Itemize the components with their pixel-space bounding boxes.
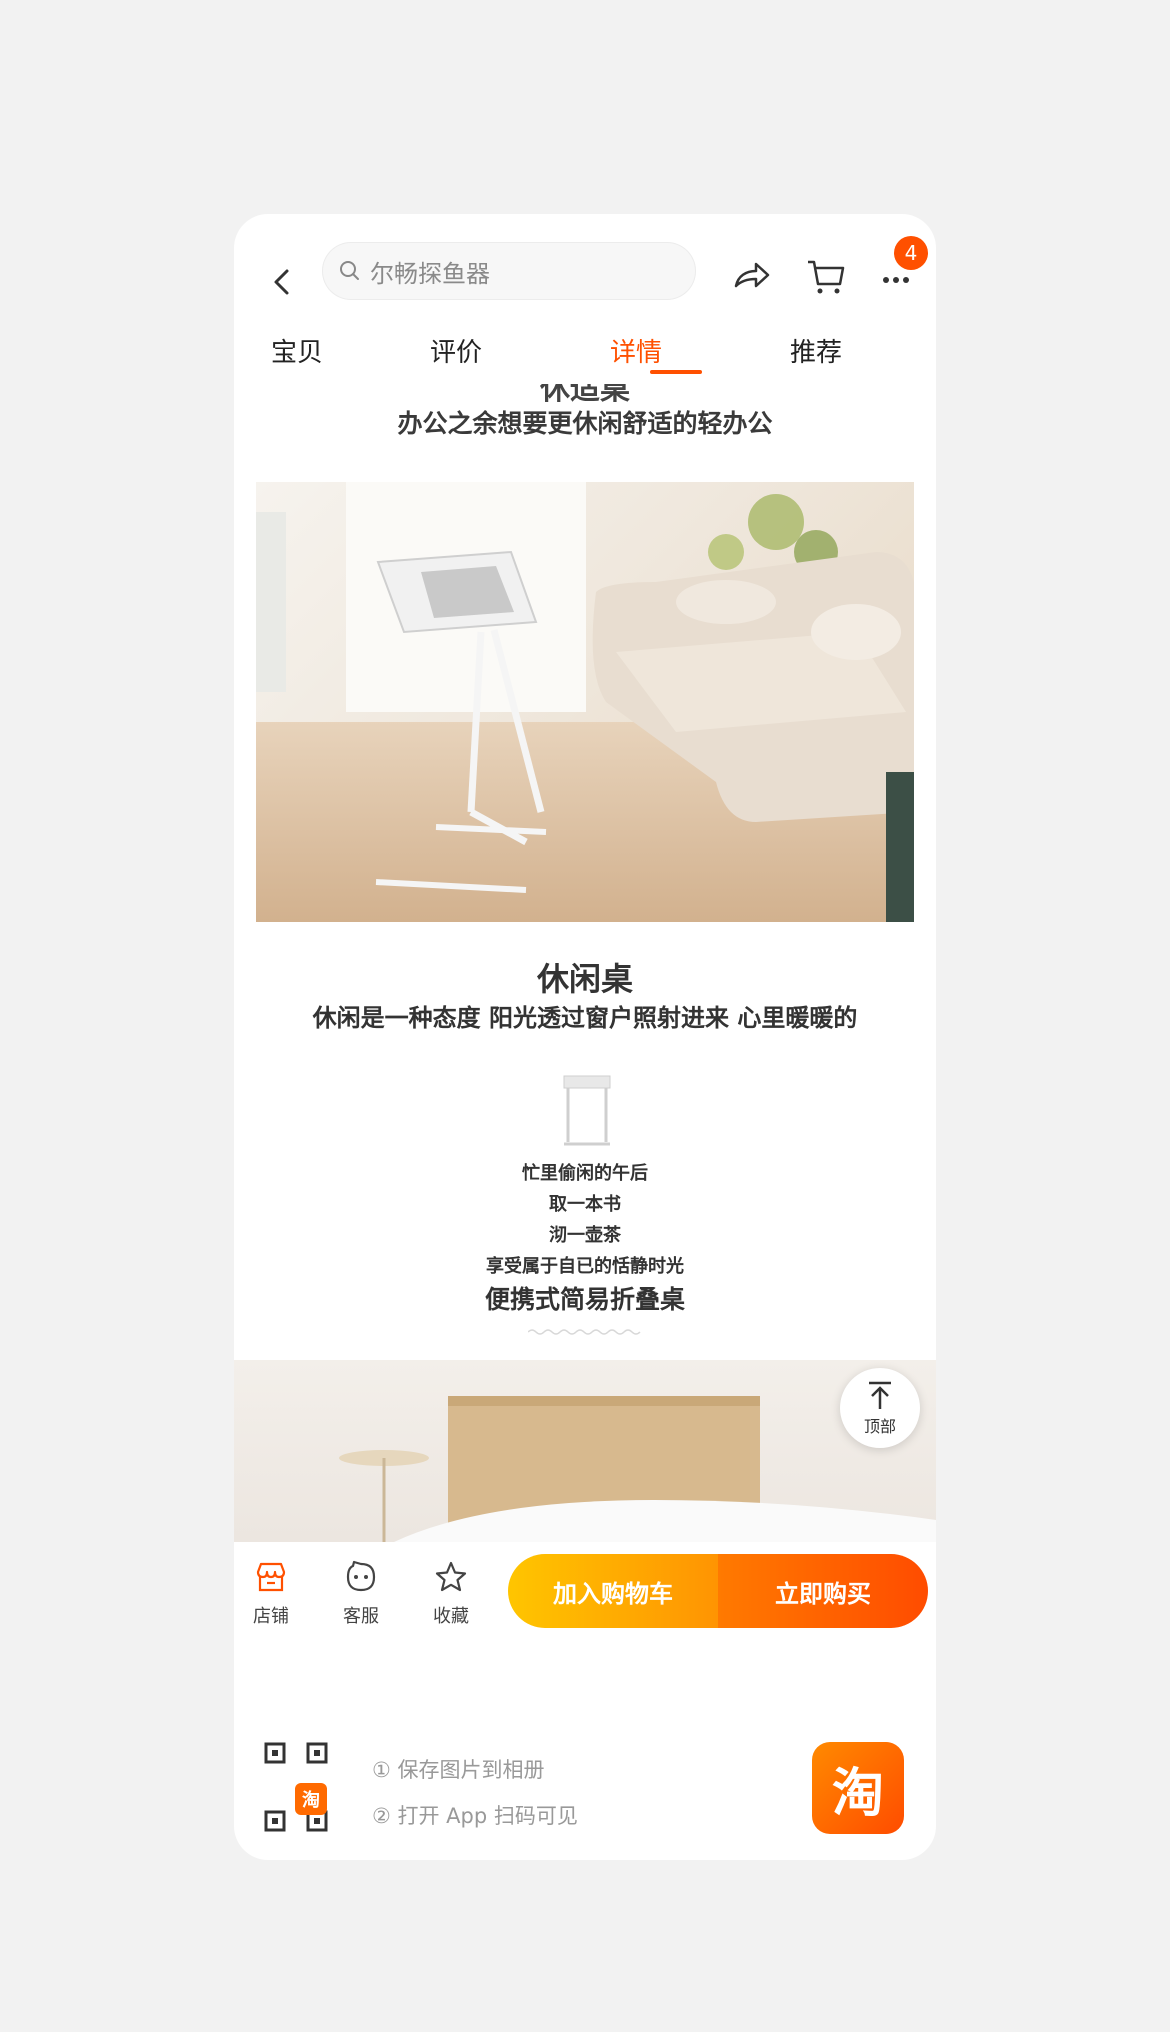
store-icon <box>256 1562 286 1592</box>
add-to-cart-button[interactable]: 加入购物车 <box>508 1554 718 1628</box>
tab-recommend[interactable]: 推荐 <box>756 332 876 369</box>
living-room-photo <box>256 482 914 922</box>
qr-taobao-badge: 淘 <box>295 1783 327 1815</box>
shop-label: 店铺 <box>253 1606 289 1627</box>
back-to-top-label: 顶部 <box>863 1417 896 1436</box>
detail-tabs: 宝贝 评价 详情 推荐 <box>234 332 936 388</box>
cart-icon[interactable] <box>802 252 850 300</box>
active-tab-indicator <box>650 370 702 374</box>
decorative-squiggle <box>528 1329 641 1335</box>
poem-text: 忙里偷闲的午后 取一本书 沏一壶茶 享受属于自已的恬静时光 <box>234 1158 936 1282</box>
tab-reviews[interactable]: 评价 <box>396 332 516 369</box>
section-heading-portable: 便携式简易折叠桌 <box>484 1285 685 1314</box>
section-heading: 休闲桌 <box>536 960 633 998</box>
section-subtitle: 办公之余想要更休闲舒适的轻办公 <box>397 409 773 438</box>
taobao-logo: 淘 <box>812 1742 904 1834</box>
share-icon[interactable] <box>728 252 776 300</box>
poem-line: 沏一壶茶 <box>549 1225 621 1246</box>
service-label: 客服 <box>343 1606 379 1627</box>
step-open-app: ② 打开 App 扫码可见 <box>372 1804 578 1828</box>
search-icon <box>340 261 359 280</box>
share-footer: 淘 ① 保存图片到相册 ② 打开 App 扫码可见 淘 <box>234 1724 936 1854</box>
search-placeholder: 尔畅探鱼器 <box>370 259 490 288</box>
favorite-label: 收藏 <box>433 1606 469 1627</box>
step-save-image: ① 保存图片到相册 <box>372 1758 545 1782</box>
action-bar: 店铺 客服 收藏 加入购物车 立即购买 <box>234 1542 936 1642</box>
poem-line: 享受属于自已的恬静时光 <box>486 1256 684 1277</box>
chat-face-icon <box>346 1560 376 1592</box>
back-arrow-icon[interactable] <box>262 262 302 302</box>
poem-line: 忙里偷闲的午后 <box>522 1163 648 1184</box>
section-heading-subtitle: 休闲是一种态度 阳光透过窗户照射进来 心里暖暖的 <box>312 1004 858 1032</box>
tab-details[interactable]: 详情 <box>576 332 696 369</box>
star-icon <box>435 1561 467 1592</box>
favorite-button[interactable]: 收藏 <box>416 1560 486 1628</box>
detail-content[interactable]: 休适桌 办公之余想要更休闲舒适的轻办公 休闲桌 休闲是一种态度 阳光透过窗户照射… <box>234 384 936 1542</box>
bedroom-photo <box>234 1360 936 1542</box>
tab-item[interactable]: 宝贝 <box>237 332 357 369</box>
search-input[interactable]: 尔畅探鱼器 <box>322 242 696 300</box>
mini-table-illustration <box>563 1075 611 1146</box>
buy-now-button[interactable]: 立即购买 <box>718 1554 928 1628</box>
customer-service-button[interactable]: 客服 <box>326 1560 396 1628</box>
share-card: 尔畅探鱼器 4 宝贝 评价 详情 推荐 休适桌 办公之余想要更休闲舒适的轻办公 <box>234 214 936 1860</box>
back-to-top-button[interactable]: 顶部 <box>840 1368 920 1448</box>
arrow-up-icon <box>869 1381 891 1409</box>
poem-line: 取一本书 <box>549 1194 621 1215</box>
shop-button[interactable]: 店铺 <box>236 1560 306 1628</box>
cart-count-badge: 4 <box>894 236 928 270</box>
